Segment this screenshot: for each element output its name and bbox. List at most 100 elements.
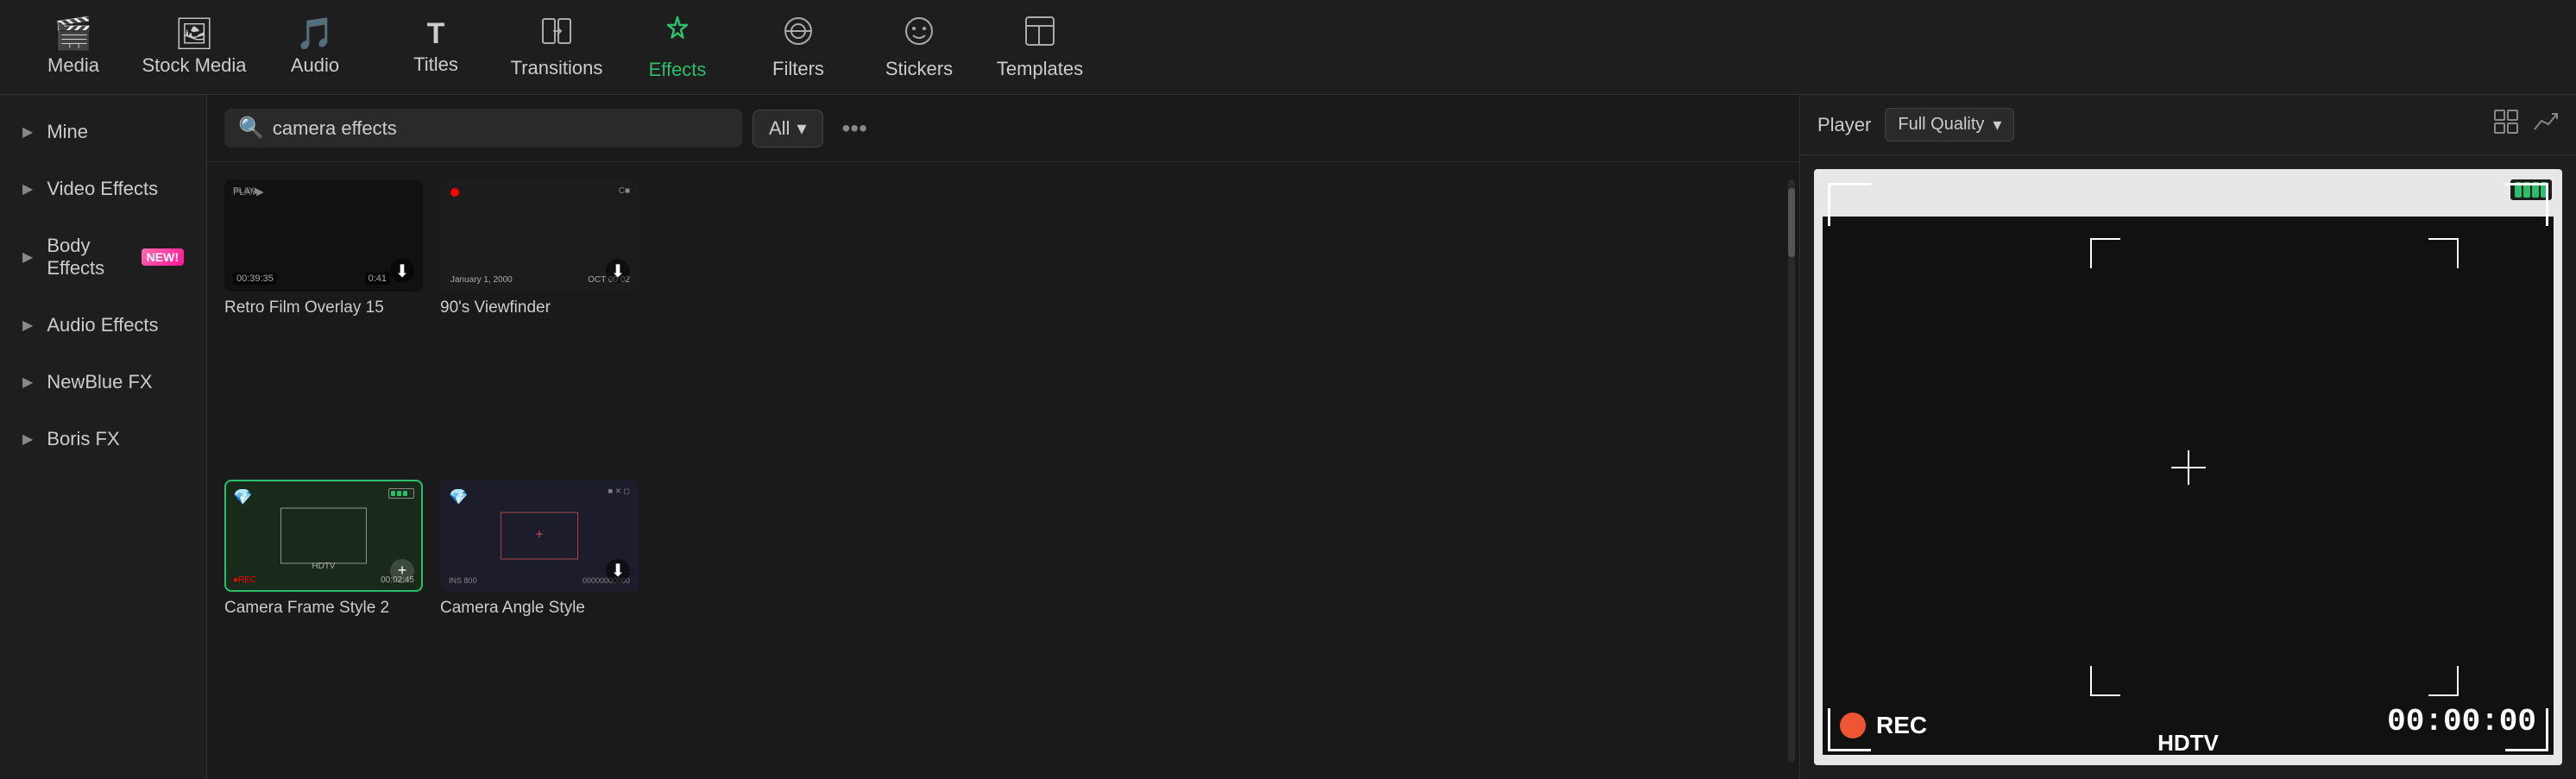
sidebar-item-audio-effects[interactable]: ▶ Audio Effects [5,298,201,352]
crosshair-vertical [2188,450,2189,485]
play-label: PLAY▶ [233,186,261,196]
nav-label-audio: Audio [291,54,339,77]
search-icon: 🔍 [238,116,264,141]
chevron-icon: ▶ [22,317,33,334]
nav-item-titles[interactable]: T Titles [380,6,492,88]
effect-label-retro-film: Retro Film Overlay 15 [224,298,423,317]
nav-item-audio[interactable]: 🎵 Audio [259,6,371,88]
bottom-info: INS 800 00000000000 [449,576,630,585]
vf-label: C■ [619,186,630,196]
nav-label-effects: Effects [649,59,707,81]
rec-dot [1840,713,1866,738]
effect-thumb-retro-film: PLAY▶ 00:39:35 0:41 ⬇ [224,179,423,292]
chevron-icon: ▶ [22,430,33,448]
bottom-info-left: INS 800 [449,576,477,585]
sidebar-label-video-effects: Video Effects [47,178,158,200]
frame-right [2554,217,2562,755]
info-row: ■ ✕ ◻ [608,487,630,496]
audio-icon: 🎵 [296,18,335,49]
nav-item-filters[interactable]: Filters [742,6,854,88]
download-icon[interactable]: ⬇ [606,559,630,583]
effect-thumb-viewfinder: C■ January 1, 2000 OCT 00 02 ⬇ [440,179,639,292]
bracket-tr [2505,183,2548,226]
effect-thumb-camera-frame-1: 💎 HDTV ●REC 00:02:45 + [224,480,423,592]
inner-frame: + [501,512,578,559]
rec-indicator: REC [1840,712,1927,739]
templates-icon [1023,15,1056,53]
more-button[interactable]: ••• [834,110,876,148]
sidebar-label-body-effects: Body Effects [47,235,127,280]
grid-view-button[interactable] [2493,109,2519,141]
quality-select[interactable]: Full Quality ▾ [1885,108,2014,141]
transitions-icon [541,16,572,52]
player-panel: Player Full Quality ▾ [1799,95,2576,779]
chevron-down-icon: ▾ [797,117,806,140]
info-text: ■ ✕ ◻ [608,487,630,496]
download-icon[interactable]: ⬇ [606,259,630,283]
scrollbar[interactable] [1784,162,1799,779]
nav-item-stickers[interactable]: Stickers [863,6,975,88]
battery-indicator [388,488,414,499]
nav-item-transitions[interactable]: Transitions [501,6,613,88]
bracket-tl [1828,183,1871,226]
hdtv-display: HDTV [2157,730,2219,757]
sidebar-item-boris-fx[interactable]: ▶ Boris FX [5,412,201,466]
effect-card-retro-film[interactable]: PLAY▶ 00:39:35 0:41 ⬇ Retro Film Overlay… [224,179,423,462]
effect-label-camera-frame-2: Camera Angle Style [440,599,639,618]
nav-label-stock-media: Stock Media [142,54,246,77]
content-area: 🔍 All ▾ ••• PLAY▶ 00:39:35 0:41 ⬇ [207,95,1799,779]
chevron-icon: ▶ [22,123,33,141]
scroll-thumb[interactable] [1788,188,1795,257]
quality-label: Full Quality [1898,115,1984,135]
chart-button[interactable] [2533,109,2559,141]
sidebar-item-body-effects[interactable]: ▶ Body Effects NEW! [5,219,201,295]
frame-top [1814,169,2562,217]
stock-media-icon: 🖼 [174,18,214,49]
nav-label-titles: Titles [413,53,458,76]
sidebar-item-newblue-fx[interactable]: ▶ NewBlue FX [5,355,201,409]
rec-label: ●REC [233,575,256,585]
sidebar-item-video-effects[interactable]: ▶ Video Effects [5,162,201,216]
sidebar-item-mine[interactable]: ▶ Mine [5,105,201,159]
red-dot [450,188,459,197]
time-display: 00:00:00 [2387,704,2536,739]
nav-item-effects[interactable]: Effects [621,6,734,88]
camera-frame [280,507,367,563]
nav-item-templates[interactable]: Templates [984,6,1096,88]
media-icon: 🎬 [54,18,93,49]
sidebar: ▶ Mine ▶ Video Effects ▶ Body Effects NE… [0,95,207,779]
nav-item-media[interactable]: 🎬 Media [17,6,129,88]
nav-label-transitions: Transitions [511,57,603,79]
time-badge-2: 0:41 [365,273,390,285]
nav-label-templates: Templates [997,58,1083,80]
viewfinder: REC 00:00:00 HDTV [1814,169,2562,765]
bracket-inner-tr [2428,238,2459,268]
nav-item-stock-media[interactable]: 🖼 Stock Media [138,6,250,88]
scroll-track [1788,179,1795,762]
frame-left [1814,217,1823,755]
effect-card-camera-frame-1[interactable]: 💎 HDTV ●REC 00:02:45 + Camera Frame Styl… [224,480,423,763]
top-nav: 🎬 Media 🖼 Stock Media 🎵 Audio T Titles T… [0,0,2576,95]
effect-card-camera-frame-2[interactable]: 💎 ■ ✕ ◻ + INS 800 00000000000 ⬇ [440,480,639,763]
nav-label-stickers: Stickers [885,58,953,80]
search-input-wrap[interactable]: 🔍 [224,109,742,148]
chevron-icon: ▶ [22,180,33,198]
sidebar-label-boris-fx: Boris FX [47,428,119,450]
bracket-inner-bl [2090,666,2120,696]
search-input[interactable] [273,117,728,140]
bracket-inner-br [2428,666,2459,696]
effects-grid: PLAY▶ 00:39:35 0:41 ⬇ Retro Film Overlay… [207,162,1784,779]
add-button[interactable]: + [390,559,414,583]
sidebar-label-mine: Mine [47,121,88,143]
time-badge-1: 00:39:35 [233,273,277,285]
filter-button[interactable]: All ▾ [753,110,823,148]
titles-icon: T [427,19,445,48]
effect-card-viewfinder[interactable]: C■ January 1, 2000 OCT 00 02 ⬇ 90's View… [440,179,639,462]
effects-icon [660,14,695,53]
rec-text: REC [1876,712,1927,739]
main-area: ▶ Mine ▶ Video Effects ▶ Body Effects NE… [0,95,2576,779]
chevron-icon: ▶ [22,374,33,391]
new-badge: NEW! [142,248,184,266]
download-icon[interactable]: ⬇ [390,259,414,283]
filter-label: All [769,117,790,140]
